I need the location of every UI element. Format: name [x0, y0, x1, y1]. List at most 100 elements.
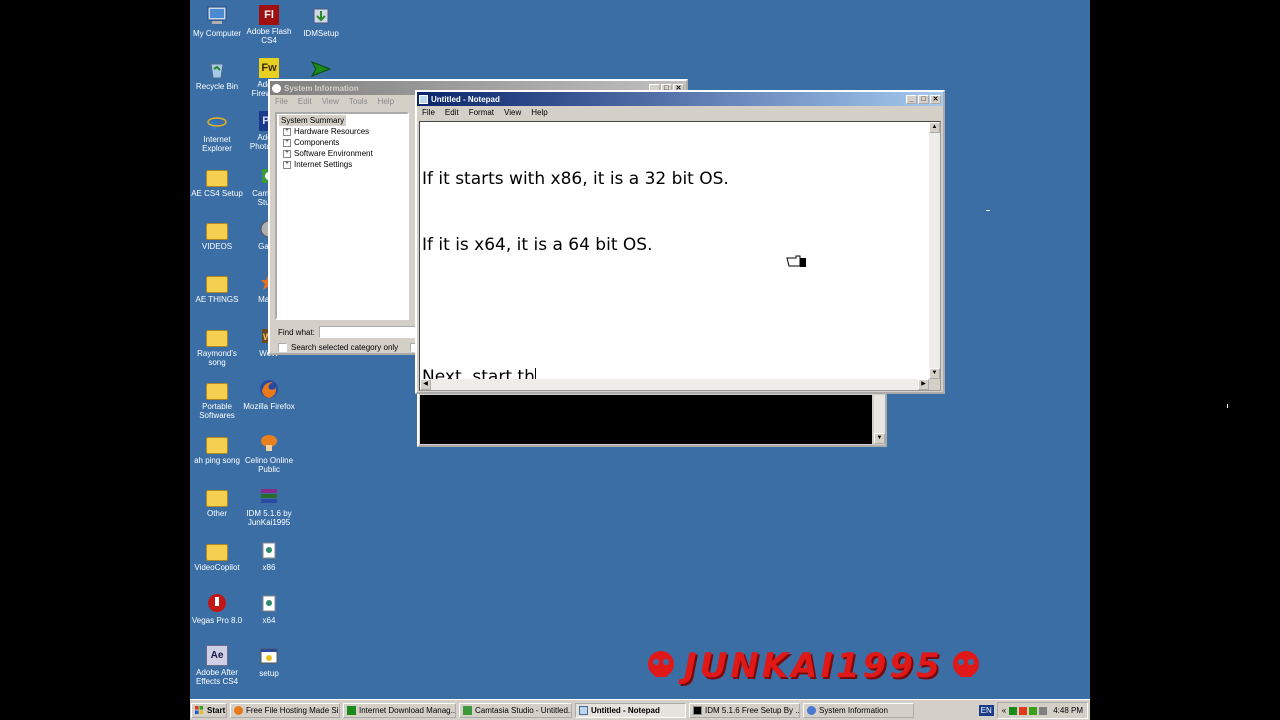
taskbar-item-camtasia[interactable]: Camtasia Studio - Untitled... — [459, 703, 572, 718]
notepad-window[interactable]: Untitled - Notepad _ □ ✕ File Edit Forma… — [415, 90, 945, 394]
menu-file[interactable]: File — [417, 108, 440, 117]
scroll-down-button[interactable]: ▼ — [929, 368, 940, 379]
desktop-icon-adobe-flash[interactable]: Fl Adobe Flash CS4 — [242, 2, 296, 45]
folder-icon — [206, 383, 228, 400]
start-button[interactable]: Start — [191, 703, 227, 718]
idm-icon — [309, 58, 333, 80]
minimize-button[interactable]: _ — [906, 94, 917, 104]
text-line: If it is x64, it is a 64 bit OS. — [422, 235, 653, 255]
desktop-icon-firefox[interactable]: Mozilla Firefox — [242, 375, 296, 411]
desktop: My Computer Recycle Bin e Internet Explo… — [190, 0, 1090, 720]
desktop-icon-ae-cs4-setup[interactable]: AE CS4 Setup — [190, 162, 244, 198]
tray-idm-icon[interactable] — [1009, 706, 1018, 715]
desktop-icon-label: Adobe After Effects CS4 — [195, 668, 239, 686]
folder-icon — [206, 276, 228, 293]
expand-icon[interactable]: + — [283, 149, 291, 158]
folder-icon — [206, 330, 228, 347]
taskbar-item-notepad[interactable]: Untitled - Notepad — [575, 703, 686, 718]
taskbar-item-sysinfo[interactable]: System Information — [803, 703, 914, 718]
tree-item-hardware-resources[interactable]: + Hardware Resources — [283, 126, 405, 137]
windows-logo-icon — [195, 706, 204, 715]
search-selected-label: Search selected category only — [291, 343, 399, 352]
size-grip-icon[interactable] — [929, 379, 940, 390]
menu-view[interactable]: View — [317, 97, 344, 106]
desktop-icon-videocopilot[interactable]: VideoCopilot — [190, 536, 244, 572]
maximize-button[interactable]: □ — [918, 94, 929, 104]
tray-volume-icon[interactable] — [1039, 706, 1048, 715]
tray-network-icon[interactable] — [1029, 706, 1038, 715]
expand-icon[interactable]: + — [283, 127, 291, 136]
tree-item-components[interactable]: + Components — [283, 137, 405, 148]
menu-help[interactable]: Help — [526, 108, 552, 117]
desktop-icon-internet-explorer[interactable]: e Internet Explorer — [190, 108, 244, 153]
menu-help[interactable]: Help — [373, 97, 399, 106]
menu-format[interactable]: Format — [464, 108, 499, 117]
desktop-icon-other[interactable]: Other — [190, 482, 244, 518]
tree-item-software-environment[interactable]: + Software Environment — [283, 148, 405, 159]
vertical-scrollbar[interactable]: ▲ ▼ — [929, 122, 940, 379]
notepad-editor[interactable]: If it starts with x86, it is a 32 bit OS… — [419, 121, 941, 391]
desktop-icon-x86[interactable]: x86 — [242, 536, 296, 572]
tree-item-internet-settings[interactable]: + Internet Settings — [283, 159, 405, 170]
taskbar: Start Free File Hosting Made Si... Inter… — [190, 699, 1090, 720]
close-button[interactable]: ✕ — [930, 94, 941, 104]
expand-icon[interactable]: + — [283, 160, 291, 169]
desktop-icon-after-effects[interactable]: Ae Adobe After Effects CS4 — [190, 642, 244, 686]
desktop-icon-portable-softwares[interactable]: Portable Softwares — [190, 375, 244, 420]
desktop-icon-x64[interactable]: x64 — [242, 589, 296, 625]
desktop-icon-celino[interactable]: Celino Online Public — [242, 429, 296, 474]
notepad-app-icon — [419, 94, 428, 104]
notepad-titlebar[interactable]: Untitled - Notepad _ □ ✕ — [417, 92, 943, 106]
desktop-icon-label: Vegas Pro 8.0 — [191, 616, 243, 625]
desktop-icon-label: x64 — [262, 616, 276, 625]
desktop-icon-idm-archive[interactable]: IDM 5.1.6 by JunKai1995 — [242, 482, 296, 527]
tray-expand-button[interactable]: « — [1002, 706, 1006, 715]
menu-edit[interactable]: Edit — [293, 97, 317, 106]
menu-file[interactable]: File — [270, 97, 293, 106]
desktop-icon-ah-ping-song[interactable]: ah ping song — [190, 429, 244, 465]
clock[interactable]: 4:48 PM — [1053, 706, 1083, 715]
scroll-down-button[interactable]: ▼ — [874, 433, 885, 444]
desktop-artifact — [986, 210, 990, 211]
desktop-icon-vegas-pro[interactable]: Vegas Pro 8.0 — [190, 589, 244, 625]
find-input[interactable] — [318, 326, 421, 338]
sysinfo-tree[interactable]: System Summary + Hardware Resources + Comp… — [275, 112, 409, 320]
desktop-icon-label: Portable Softwares — [199, 402, 235, 420]
recycle-bin-icon — [205, 58, 229, 80]
menu-view[interactable]: View — [499, 108, 526, 117]
taskbar-item-console[interactable]: IDM 5.1.6 Free Setup By ... — [689, 703, 800, 718]
console-scrollbar[interactable]: ▼ — [874, 395, 885, 444]
desktop-icon-setup[interactable]: setup — [242, 642, 296, 678]
search-selected-checkbox[interactable] — [278, 343, 287, 352]
desktop-icon-recycle-bin[interactable]: Recycle Bin — [190, 55, 244, 91]
desktop-icon-videos[interactable]: VIDEOS — [190, 215, 244, 251]
desktop-icon-raymonds-song[interactable]: Raymond's song — [190, 322, 244, 367]
desktop-icon-ae-things[interactable]: AE THINGS — [190, 268, 244, 304]
menu-edit[interactable]: Edit — [440, 108, 464, 117]
folder-icon — [206, 437, 228, 454]
fireworks-icon: Fw — [259, 58, 279, 78]
hand-cursor-icon — [786, 254, 808, 273]
desktop-icon-idmsetup[interactable]: IDMSetup — [294, 2, 348, 38]
celino-icon — [257, 432, 281, 454]
text-line — [422, 300, 729, 322]
idm-setup-icon — [309, 5, 333, 27]
menu-tools[interactable]: Tools — [344, 97, 373, 106]
tray-flag-icon[interactable] — [1019, 706, 1028, 715]
desktop-icon-label: Internet Explorer — [202, 135, 232, 153]
scroll-left-button[interactable]: ◀ — [420, 379, 431, 390]
desktop-icon-idm-arrow[interactable] — [294, 55, 348, 82]
horizontal-scrollbar[interactable]: ◀ ▶ — [420, 379, 929, 390]
expand-icon[interactable]: + — [283, 138, 291, 147]
scroll-right-button[interactable]: ▶ — [918, 379, 929, 390]
taskbar-item-idm[interactable]: Internet Download Manag... — [343, 703, 456, 718]
watermark-text: JUNKAI1995 — [684, 646, 943, 686]
taskbar-item-firefox[interactable]: Free File Hosting Made Si... — [230, 703, 340, 718]
scroll-up-button[interactable]: ▲ — [929, 122, 940, 133]
language-indicator[interactable]: EN — [978, 705, 994, 716]
desktop-icon-my-computer[interactable]: My Computer — [190, 2, 244, 38]
notepad-icon — [579, 706, 588, 715]
winrar-icon — [257, 485, 281, 507]
desktop-icon-label: x86 — [262, 563, 276, 572]
tree-item-system-summary[interactable]: System Summary — [279, 115, 405, 126]
